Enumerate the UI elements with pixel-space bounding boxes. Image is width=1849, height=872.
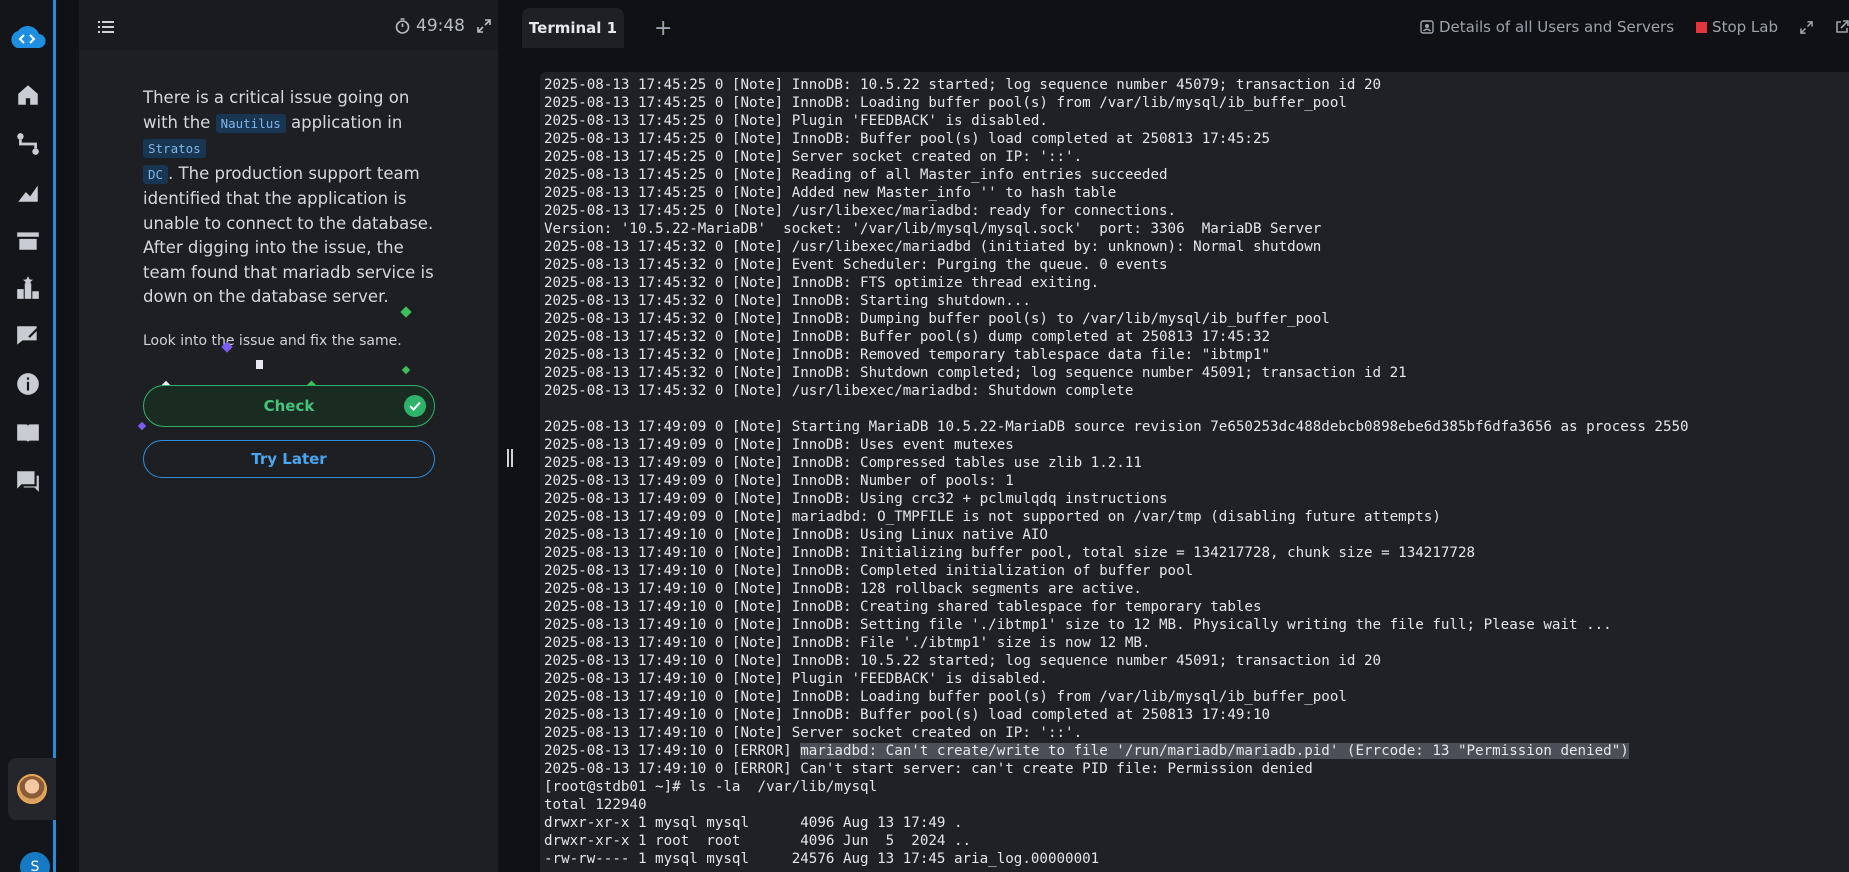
check-button-label: Check [263, 397, 315, 415]
terminal-output[interactable]: 2025-08-13 17:45:25 0 [Note] InnoDB: 10.… [540, 72, 1849, 872]
terminal-line: 2025-08-13 17:45:32 0 [Note] InnoDB: Sta… [544, 293, 1031, 309]
user-initial-badge[interactable]: S [20, 852, 50, 872]
expand-panel-icon[interactable] [477, 18, 491, 37]
task-header: 49:48 [79, 0, 498, 50]
error-prefix: 2025-08-13 17:49:10 0 [ERROR] [544, 743, 801, 759]
fullscreen-icon[interactable] [1800, 20, 1813, 34]
terminal-line: 2025-08-13 17:49:10 0 [Note] InnoDB: Cre… [544, 599, 1262, 615]
confetti [256, 360, 263, 369]
panel-resize-handle[interactable] [505, 449, 515, 467]
chat-icon[interactable] [0, 461, 56, 501]
terminal-line: 2025-08-13 17:45:32 0 [Note] /usr/libexe… [544, 239, 1322, 255]
terminal-line: 2025-08-13 17:45:32 0 [Note] InnoDB: Shu… [544, 365, 1407, 381]
avatar[interactable] [17, 774, 47, 804]
terminal-line: 2025-08-13 17:49:10 0 [Note] Plugin 'FEE… [544, 671, 1048, 687]
add-tab-button[interactable]: + [654, 16, 672, 41]
selected-error-text[interactable]: mariadbd: Can't create/write to file '/r… [800, 743, 1629, 759]
stop-lab-label: Stop Lab [1712, 18, 1778, 36]
terminal-line: 2025-08-13 17:49:09 0 [Note] Starting Ma… [544, 419, 1689, 435]
task-text: . The production support team identified… [143, 163, 434, 307]
terminal-line: drwxr-xr-x 1 mysql mysql 4096 Aug 13 17:… [544, 815, 963, 831]
terminal-line-error: 2025-08-13 17:49:10 0 [ERROR] mariadbd: … [544, 742, 1845, 760]
task-description: There is a critical issue going on with … [143, 86, 438, 310]
roadmap-icon[interactable] [0, 124, 56, 164]
stop-lab-button[interactable]: Stop Lab [1696, 18, 1778, 36]
terminal-line: 2025-08-13 17:49:10 0 [Note] InnoDB: Usi… [544, 527, 1048, 543]
terminal-line: 2025-08-13 17:49:10 0 [Note] InnoDB: Ini… [544, 545, 1476, 561]
chart-icon[interactable] [0, 172, 56, 212]
tab-terminal-1[interactable]: Terminal 1 [522, 8, 624, 48]
terminal-line: 2025-08-13 17:45:25 0 [Note] Server sock… [544, 149, 1083, 165]
terminal-line: 2025-08-13 17:45:25 0 [Note] /usr/libexe… [544, 203, 1177, 219]
lab-icon[interactable] [0, 220, 56, 260]
terminal-line: 2025-08-13 17:49:10 0 [Note] InnoDB: Buf… [544, 707, 1271, 723]
feedback-icon[interactable] [0, 316, 56, 356]
terminal-line: 2025-08-13 17:49:10 0 [Note] InnoDB: Fil… [544, 635, 1151, 651]
terminal-line: 2025-08-13 17:49:10 0 [Note] InnoDB: Com… [544, 563, 1194, 579]
task-instruction: Look into the issue and fix the same. [143, 333, 402, 349]
terminal-line: 2025-08-13 17:49:09 0 [Note] InnoDB: Num… [544, 473, 1014, 489]
home-icon[interactable] [0, 75, 56, 115]
terminal-line: 2025-08-13 17:45:32 0 [Note] InnoDB: Dum… [544, 311, 1330, 327]
terminal-line: 2025-08-13 17:45:25 0 [Note] InnoDB: 10.… [544, 77, 1382, 93]
docs-icon[interactable] [0, 413, 56, 453]
timer-value: 49:48 [416, 16, 465, 36]
lab-timer: 49:48 [395, 16, 465, 36]
terminal-line: -rw-rw---- 1 mysql mysql 24576 Aug 13 17… [544, 851, 1100, 867]
try-later-button[interactable]: Try Later [143, 440, 435, 478]
tab-label: Terminal 1 [528, 19, 618, 37]
terminal-line: 2025-08-13 17:49:09 0 [Note] mariadbd: O… [544, 509, 1441, 525]
kodekloud-logo-icon[interactable] [7, 22, 47, 52]
terminal-line: 2025-08-13 17:49:09 0 [Note] InnoDB: Com… [544, 455, 1142, 471]
stop-icon [1696, 21, 1708, 33]
leaderboard-icon[interactable] [0, 268, 56, 308]
terminal-line: 2025-08-13 17:45:32 0 [Note] InnoDB: FTS… [544, 275, 1100, 291]
app-name-code: Nautilus [215, 113, 286, 133]
terminal-topbar: Terminal 1 + Details of all Users and Se… [522, 0, 1849, 56]
try-later-label: Try Later [251, 450, 327, 468]
terminal-line: 2025-08-13 17:45:25 0 [Note] InnoDB: Loa… [544, 95, 1347, 111]
terminal-line: 2025-08-13 17:45:25 0 [Note] Reading of … [544, 167, 1168, 183]
open-external-icon[interactable] [1835, 20, 1849, 34]
checkmark-icon [404, 395, 426, 417]
terminal-line: total 122940 [544, 797, 647, 813]
terminal-line: 2025-08-13 17:49:10 0 [ERROR] Can't star… [544, 761, 1313, 777]
terminal-line: 2025-08-13 17:49:10 0 [Note] Server sock… [544, 725, 1083, 741]
stopwatch-icon [395, 18, 410, 34]
info-icon[interactable] [0, 364, 56, 404]
terminal-line: 2025-08-13 17:49:09 0 [Note] InnoDB: Usi… [544, 491, 1168, 507]
dc-name-code: Stratos [143, 139, 206, 158]
terminal-line: 2025-08-13 17:49:09 0 [Note] InnoDB: Use… [544, 437, 1014, 453]
terminal-line: Version: '10.5.22-MariaDB' socket: '/var… [544, 221, 1322, 237]
lab-actions: Details of all Users and Servers Stop La… [1420, 18, 1849, 36]
check-button[interactable]: Check [143, 385, 435, 427]
details-label: Details of all Users and Servers [1438, 18, 1675, 36]
task-text: application in [285, 112, 403, 132]
task-list-icon[interactable] [91, 12, 121, 42]
details-button[interactable]: Details of all Users and Servers [1420, 18, 1674, 36]
server-details-icon [1420, 20, 1434, 34]
terminal-line: 2025-08-13 17:45:32 0 [Note] InnoDB: Buf… [544, 329, 1271, 345]
terminal-line: [root@stdb01 ~]# ls -la /var/lib/mysql [544, 779, 878, 795]
dc-name-code: DC [143, 164, 169, 184]
avatar-container[interactable] [8, 758, 56, 820]
terminal-line: 2025-08-13 17:49:10 0 [Note] InnoDB: Set… [544, 617, 1612, 633]
terminal-line: 2025-08-13 17:45:25 0 [Note] InnoDB: Buf… [544, 131, 1271, 147]
terminal-line: 2025-08-13 17:45:25 0 [Note] Added new M… [544, 185, 1117, 201]
terminal-line: 2025-08-13 17:45:25 0 [Note] Plugin 'FEE… [544, 113, 1048, 129]
terminal-line: 2025-08-13 17:45:32 0 [Note] Event Sched… [544, 257, 1168, 273]
terminal-line: 2025-08-13 17:49:10 0 [Note] InnoDB: 10.… [544, 653, 1382, 669]
terminal-line: drwxr-xr-x 1 root root 4096 Jun 5 2024 .… [544, 833, 972, 849]
terminal-lines: 2025-08-13 17:45:25 0 [Note] InnoDB: 10.… [544, 76, 1845, 868]
icon-rail: S [0, 0, 56, 872]
terminal-line: 2025-08-13 17:49:10 0 [Note] InnoDB: 128… [544, 581, 1142, 597]
terminal-line: 2025-08-13 17:49:10 0 [Note] InnoDB: Loa… [544, 689, 1347, 705]
terminal-line: 2025-08-13 17:45:32 0 [Note] /usr/libexe… [544, 383, 1134, 399]
terminal-line: 2025-08-13 17:45:32 0 [Note] InnoDB: Rem… [544, 347, 1271, 363]
